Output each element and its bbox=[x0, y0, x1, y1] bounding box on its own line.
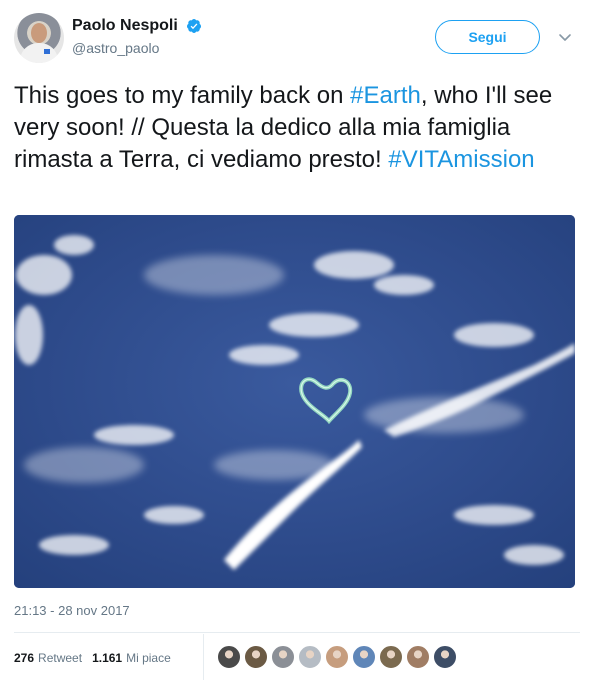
tweet-stats: 276 Retweet 1.161 Mi piace bbox=[14, 648, 171, 668]
liker-avatar[interactable] bbox=[244, 645, 268, 669]
author-handle[interactable]: @astro_paolo bbox=[72, 40, 202, 56]
hashtag-link[interactable]: #VITAmission bbox=[388, 146, 534, 173]
liker-avatar[interactable] bbox=[433, 645, 457, 669]
verified-badge-icon bbox=[187, 19, 202, 33]
liker-avatar[interactable] bbox=[298, 645, 322, 669]
tweet-timestamp[interactable]: 21:13 - 28 nov 2017 bbox=[14, 603, 130, 618]
like-label[interactable]: Mi piace bbox=[126, 651, 171, 665]
tweet-header: Paolo Nespoli @astro_paolo Segui bbox=[14, 13, 581, 65]
follow-button[interactable]: Segui bbox=[435, 20, 540, 54]
tweet-photo[interactable] bbox=[14, 215, 575, 588]
likers-list bbox=[217, 645, 460, 669]
like-count[interactable]: 1.161 bbox=[92, 651, 122, 665]
retweet-count[interactable]: 276 bbox=[14, 651, 34, 665]
liker-avatar[interactable] bbox=[271, 645, 295, 669]
author-avatar[interactable] bbox=[14, 13, 64, 63]
author-info[interactable]: Paolo Nespoli @astro_paolo bbox=[72, 17, 202, 56]
liker-avatar[interactable] bbox=[406, 645, 430, 669]
liker-avatar[interactable] bbox=[217, 645, 241, 669]
tweet-text-segment: This goes to my family back on bbox=[14, 82, 351, 109]
retweet-label[interactable]: Retweet bbox=[38, 651, 82, 665]
liker-avatar[interactable] bbox=[325, 645, 349, 669]
divider bbox=[203, 634, 204, 680]
hashtag-link[interactable]: #Earth bbox=[350, 82, 421, 109]
liker-avatar[interactable] bbox=[379, 645, 403, 669]
chevron-down-icon[interactable] bbox=[556, 28, 574, 46]
liker-avatar[interactable] bbox=[352, 645, 376, 669]
earth-photo-image bbox=[14, 215, 575, 588]
author-name[interactable]: Paolo Nespoli bbox=[72, 17, 178, 35]
tweet-text: This goes to my family back on #Earth, w… bbox=[14, 80, 580, 176]
divider bbox=[14, 632, 580, 633]
